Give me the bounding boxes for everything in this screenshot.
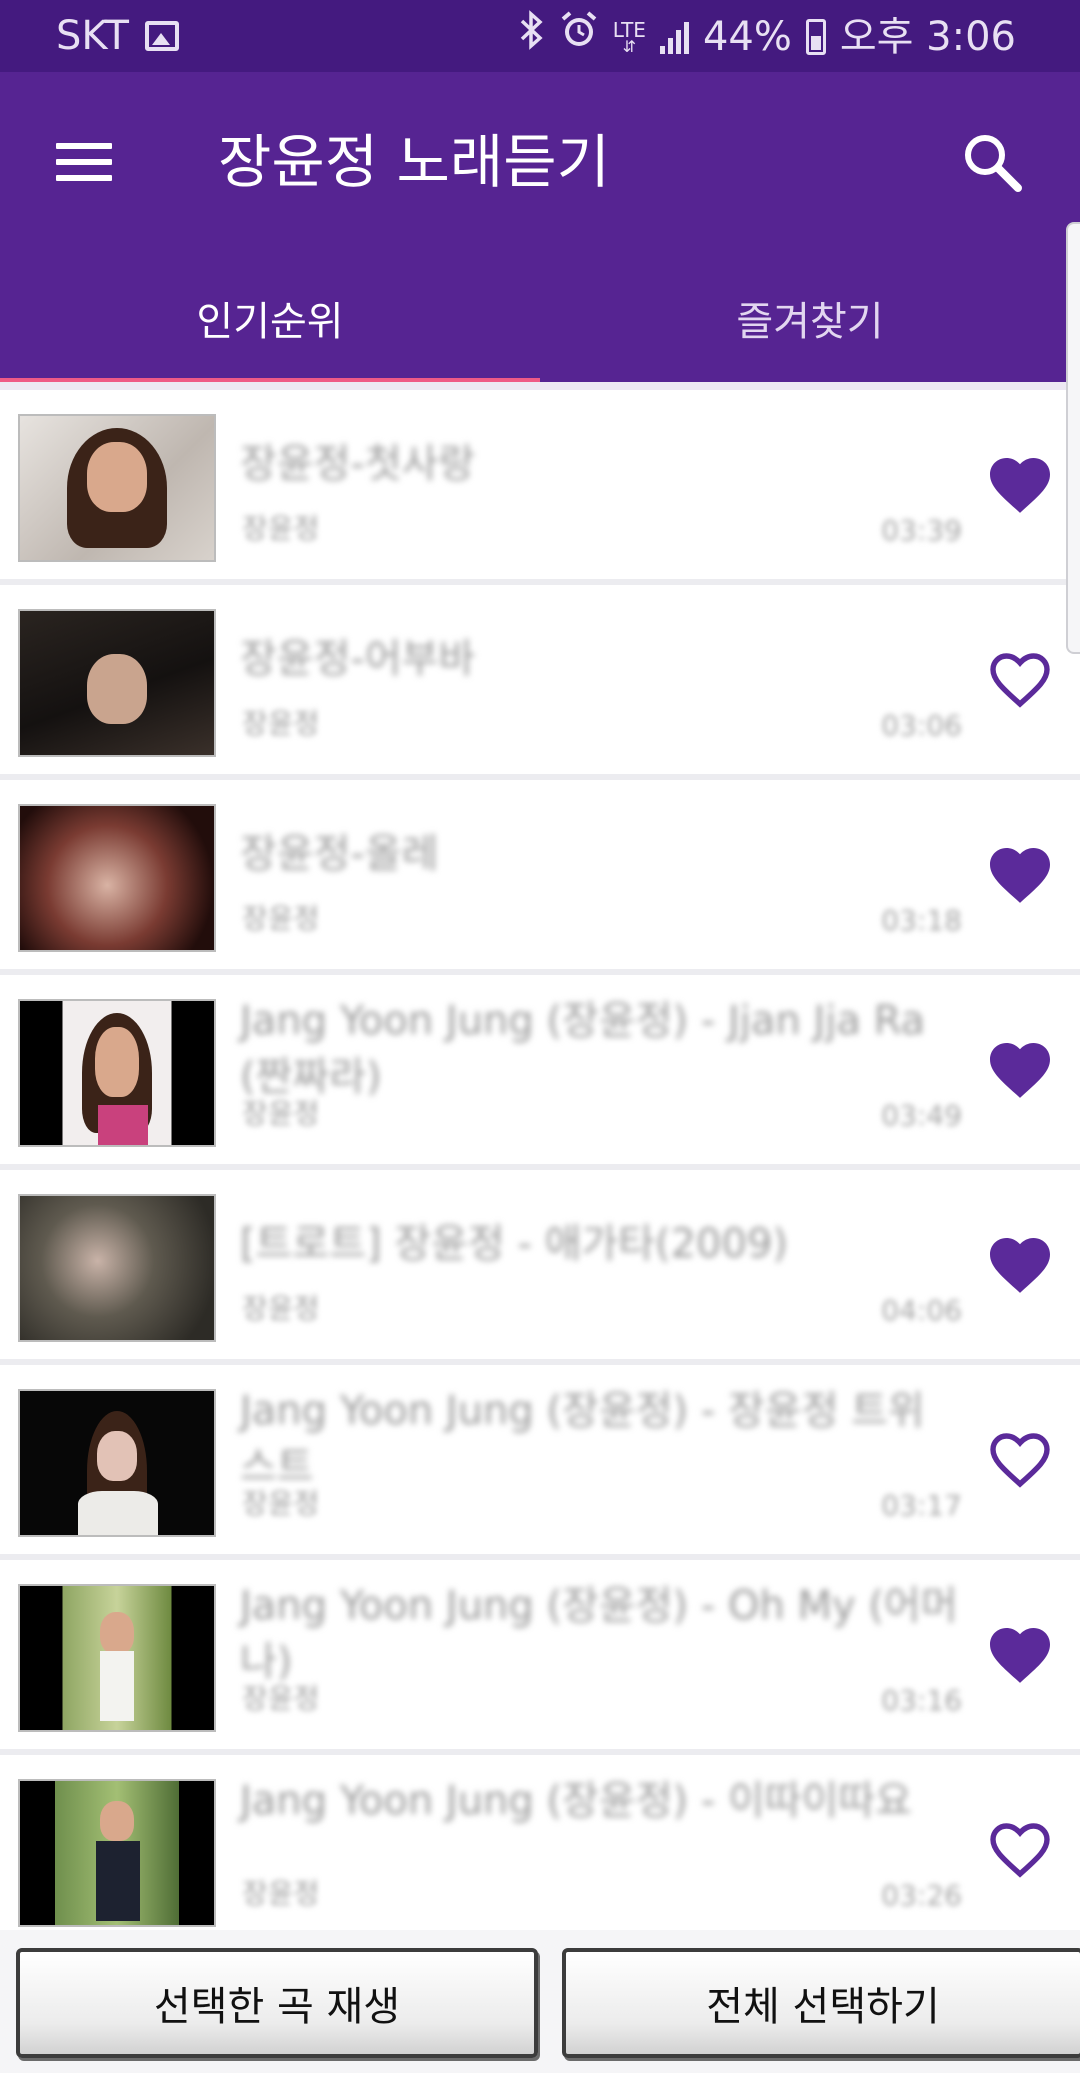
list-item[interactable]: 장윤정-어부바 장윤정 03:06	[0, 585, 1080, 780]
lte-icon: LTE ⇵	[612, 17, 646, 56]
album-thumbnail	[18, 414, 216, 562]
album-thumbnail	[18, 1389, 216, 1537]
song-duration: 03:16	[881, 1684, 962, 1717]
tab-favorites[interactable]: 즐겨찾기	[540, 272, 1080, 382]
song-duration: 03:49	[881, 1099, 962, 1132]
song-artist: 장윤정	[242, 707, 320, 740]
song-title: 장윤정-첫사랑	[240, 441, 476, 487]
heart-filled-icon[interactable]	[984, 1229, 1056, 1301]
album-thumbnail	[18, 804, 216, 952]
list-item[interactable]: Jang Yoon Jung (장윤정) - 장윤정 트위스트 장윤정 03:1…	[0, 1365, 1080, 1560]
hamburger-menu-icon[interactable]	[56, 134, 112, 190]
list-item[interactable]: 장윤정-올레 장윤정 03:18	[0, 780, 1080, 975]
heart-outline-icon[interactable]	[984, 1814, 1056, 1886]
play-selected-button[interactable]: 선택한 곡 재생	[16, 1948, 538, 2058]
bluetooth-icon	[519, 10, 545, 63]
song-title: Jang Yoon Jung (장윤정) - 장윤정 트위스트	[240, 1388, 925, 1490]
song-artist: 장윤정	[242, 902, 320, 935]
album-thumbnail	[18, 1779, 216, 1927]
app-title: 장윤정 노래듣기	[218, 128, 610, 196]
divider	[0, 382, 1080, 390]
heart-outline-icon[interactable]	[984, 644, 1056, 716]
list-item[interactable]: Jang Yoon Jung (장윤정) - Oh My (어머나) 장윤정 0…	[0, 1560, 1080, 1755]
tab-popular[interactable]: 인기순위	[0, 272, 540, 382]
song-artist: 장윤정	[242, 1487, 320, 1520]
song-duration: 03:26	[881, 1879, 962, 1912]
song-artist: 장윤정	[242, 1877, 320, 1910]
alarm-icon	[559, 10, 599, 63]
song-artist: 장윤정	[242, 1292, 320, 1325]
album-thumbnail	[18, 999, 216, 1147]
status-bar: SKT LTE ⇵ 44% 오후 3:06	[0, 0, 1080, 72]
bottom-action-bar: 선택한 곡 재생 전체 선택하기	[0, 1930, 1080, 2073]
song-artist: 장윤정	[242, 1097, 320, 1130]
album-thumbnail	[18, 609, 216, 757]
scrollbar[interactable]	[1066, 222, 1080, 654]
song-title: [트로트] 장윤정 - 애가타(2009)	[240, 1221, 788, 1267]
list-item[interactable]: 장윤정-첫사랑 장윤정 03:39	[0, 390, 1080, 585]
heart-filled-icon[interactable]	[984, 1034, 1056, 1106]
album-thumbnail	[18, 1584, 216, 1732]
song-duration: 03:39	[881, 514, 962, 547]
song-duration: 03:18	[881, 904, 962, 937]
song-duration: 03:17	[881, 1489, 962, 1522]
song-title: Jang Yoon Jung (장윤정) - Jjan Jja Ra (짠짜라)	[240, 998, 926, 1100]
tab-bar: 인기순위 즐겨찾기	[0, 272, 1080, 382]
clock: 오후 3:06	[839, 13, 1016, 60]
list-item[interactable]: Jang Yoon Jung (장윤정) - Jjan Jja Ra (짠짜라)…	[0, 975, 1080, 1170]
app-bar: 장윤정 노래듣기 인기순위 즐겨찾기	[0, 72, 1080, 382]
heart-filled-icon[interactable]	[984, 449, 1056, 521]
song-duration: 03:06	[881, 709, 962, 742]
select-all-button[interactable]: 전체 선택하기	[562, 1948, 1080, 2058]
song-title: 장윤정-올레	[240, 831, 439, 877]
signal-icon	[659, 20, 689, 54]
song-artist: 장윤정	[242, 512, 320, 545]
battery-percent: 44%	[702, 13, 792, 60]
heart-filled-icon[interactable]	[984, 839, 1056, 911]
list-item[interactable]: [트로트] 장윤정 - 애가타(2009) 장윤정 04:06	[0, 1170, 1080, 1365]
album-thumbnail	[18, 1194, 216, 1342]
search-icon[interactable]	[956, 126, 1028, 198]
battery-icon	[805, 18, 826, 55]
list-item[interactable]: Jang Yoon Jung (장윤정) - 이따이따요 장윤정 03:26	[0, 1755, 1080, 1950]
heart-outline-icon[interactable]	[984, 1424, 1056, 1496]
heart-filled-icon[interactable]	[984, 1619, 1056, 1691]
carrier-label: SKT	[56, 13, 129, 59]
song-duration: 04:06	[881, 1294, 962, 1327]
song-title: Jang Yoon Jung (장윤정) - 이따이따요	[240, 1778, 912, 1824]
image-icon	[144, 21, 179, 51]
song-list[interactable]: 장윤정-첫사랑 장윤정 03:39 장윤정-어부바 장윤정 03:06 장윤정-…	[0, 390, 1080, 1950]
song-artist: 장윤정	[242, 1682, 320, 1715]
song-title: 장윤정-어부바	[240, 636, 476, 682]
song-title: Jang Yoon Jung (장윤정) - Oh My (어머나)	[240, 1583, 958, 1685]
